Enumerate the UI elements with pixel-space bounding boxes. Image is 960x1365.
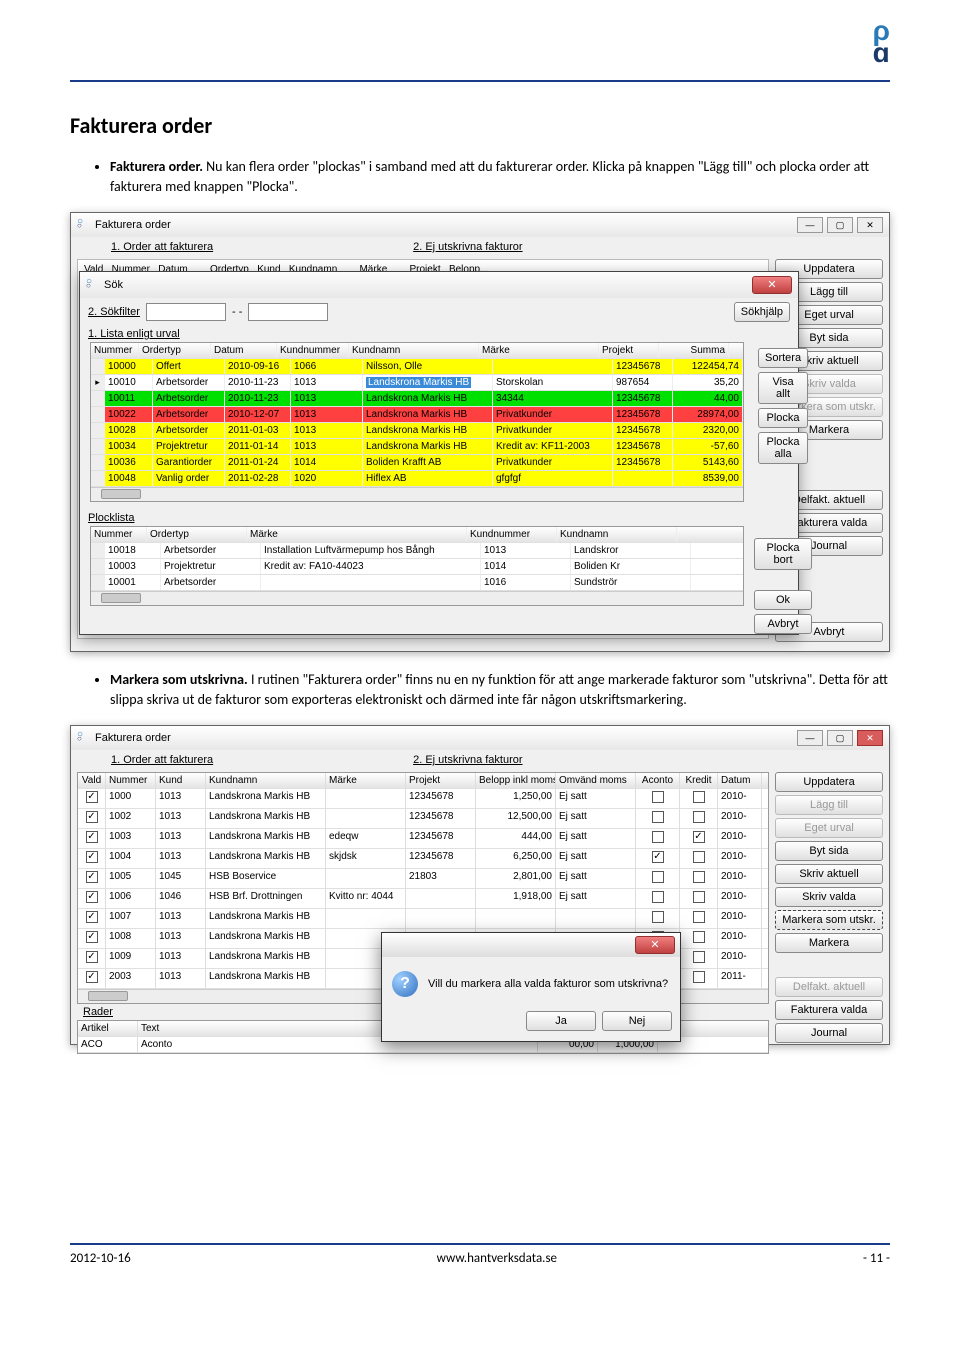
markera-button[interactable]: Markera bbox=[775, 933, 883, 953]
faktura-row[interactable]: ✓10041013Landskrona Markis HBskjdsk12345… bbox=[78, 849, 768, 869]
dialog-close-button[interactable]: ✕ bbox=[635, 936, 675, 954]
tab-ej-utskrivna[interactable]: 2. Ej utskrivna fakturor bbox=[413, 754, 522, 766]
ja-button[interactable]: Ja bbox=[526, 1011, 596, 1031]
visa-allt-button[interactable]: Visa allt bbox=[758, 372, 808, 404]
bullet1-bold: Fakturera order. bbox=[110, 158, 203, 175]
footer-page: - 11 - bbox=[863, 1251, 890, 1266]
tab-ej-utskrivna[interactable]: 2. Ej utskrivna fakturor bbox=[413, 241, 522, 253]
plock-grid-header: Nummer Ordertyp Märke Kundnummer Kundnam… bbox=[91, 527, 743, 543]
sok-row[interactable]: ▸10010Arbetsorder2010-11-231013Landskron… bbox=[91, 375, 743, 391]
sokfilter-label[interactable]: 2. Sökfilter bbox=[88, 306, 140, 318]
dialog-title bbox=[387, 939, 390, 951]
filter-sep: - - bbox=[232, 306, 242, 318]
window-title: Fakturera order bbox=[95, 219, 171, 231]
skriv-valda-button[interactable]: Skriv valda bbox=[775, 887, 883, 907]
app-icon bbox=[86, 278, 100, 292]
app-icon bbox=[77, 218, 91, 232]
question-icon: ? bbox=[392, 971, 418, 997]
sok-close-button[interactable]: ✕ bbox=[752, 276, 792, 294]
faktura-row[interactable]: ✓10031013Landskrona Markis HBedeqw123456… bbox=[78, 829, 768, 849]
page-footer: 2012-10-16 www.hantverksdata.se - 11 - bbox=[70, 1243, 890, 1266]
close-button[interactable]: ✕ bbox=[857, 217, 883, 233]
sok-dialog: Sök ✕ 2. Sökfilter - - Sökhjälp 1. Lista… bbox=[79, 271, 799, 635]
app-icon bbox=[77, 731, 91, 745]
l-gg-till-button: Lägg till bbox=[775, 795, 883, 815]
sok-row[interactable]: 10022Arbetsorder2010-12-071013Landskrona… bbox=[91, 407, 743, 423]
sok-row[interactable]: 10036Garantiorder2011-01-241014Boliden K… bbox=[91, 455, 743, 471]
window-titlebar: Fakturera order — ▢ ✕ bbox=[71, 213, 889, 237]
uppdatera-button[interactable]: Uppdatera bbox=[775, 772, 883, 792]
tab-order-att-fakturera[interactable]: 1. Order att fakturera bbox=[111, 241, 213, 253]
sok-row[interactable]: 10011Arbetsorder2010-11-231013Landskrona… bbox=[91, 391, 743, 407]
fakturera-order-window-1: Fakturera order — ▢ ✕ 1. Order att faktu… bbox=[70, 212, 890, 652]
faktura-row[interactable]: ✓10001013Landskrona Markis HB123456781,2… bbox=[78, 789, 768, 809]
footer-url: www.hantverksdata.se bbox=[437, 1251, 557, 1266]
header-divider bbox=[70, 80, 890, 82]
sok-row[interactable]: 10034Projektretur2011-01-141013Landskron… bbox=[91, 439, 743, 455]
bullet2-bold: Markera som utskrivna. bbox=[110, 671, 248, 688]
sok-row[interactable]: 10048Vanlig order2011-02-281020Hiflex AB… bbox=[91, 471, 743, 487]
confirm-dialog: ✕ ? Vill du markera alla valda fakturor … bbox=[381, 932, 681, 1042]
maximize-button[interactable]: ▢ bbox=[827, 730, 853, 746]
plock-row[interactable]: 10001Arbetsorder1016Sundströr bbox=[91, 575, 743, 591]
lista-enligt-urval-label[interactable]: 1. Lista enligt urval bbox=[84, 326, 750, 342]
faktura-row[interactable]: ✓10061046HSB Brf. DrottningenKvitto nr: … bbox=[78, 889, 768, 909]
bullet-fakturera-order: Fakturera order. Nu kan flera order "plo… bbox=[110, 157, 890, 196]
minimize-button[interactable]: — bbox=[797, 217, 823, 233]
markera-som-utskr--button[interactable]: Markera som utskr. bbox=[775, 910, 883, 930]
sok-title: Sök bbox=[104, 279, 123, 291]
skriv-aktuell-button[interactable]: Skriv aktuell bbox=[775, 864, 883, 884]
plock-row[interactable]: 10003ProjektreturKredit av: FA10-4402310… bbox=[91, 559, 743, 575]
journal-button[interactable]: Journal bbox=[775, 1023, 883, 1043]
plocka-bort-button[interactable]: Plocka bort bbox=[754, 538, 812, 570]
window-title: Fakturera order bbox=[95, 732, 171, 744]
plocka-button[interactable]: Plocka bbox=[758, 408, 808, 428]
tab-order-att-fakturera[interactable]: 1. Order att fakturera bbox=[111, 754, 213, 766]
delfakt-aktuell-button: Delfakt. aktuell bbox=[775, 977, 883, 997]
sok-row[interactable]: 10028Arbetsorder2011-01-031013Landskrona… bbox=[91, 423, 743, 439]
filter-input-2[interactable] bbox=[248, 303, 328, 321]
eget-urval-button: Eget urval bbox=[775, 818, 883, 838]
faktura-row[interactable]: ✓10021013Landskrona Markis HB1234567812,… bbox=[78, 809, 768, 829]
sok-grid-header: Nummer Ordertyp Datum Kundnummer Kundnam… bbox=[91, 343, 743, 359]
faktura-row[interactable]: ✓10051045HSB Boservice218032,801,00Ej sa… bbox=[78, 869, 768, 889]
byt-sida-button[interactable]: Byt sida bbox=[775, 841, 883, 861]
brand-logo: ρɑ bbox=[873, 20, 890, 65]
fakturera-order-window-2: Fakturera order — ▢ ✕ 1. Order att faktu… bbox=[70, 725, 890, 1045]
nej-button[interactable]: Nej bbox=[602, 1011, 672, 1031]
faktura-grid-header: Vald Nummer Kund Kundnamn Märke Projekt … bbox=[78, 773, 768, 789]
page-heading: Fakturera order bbox=[70, 112, 890, 139]
window-titlebar: Fakturera order — ▢ ✕ bbox=[71, 726, 889, 750]
ok-button[interactable]: Ok bbox=[754, 590, 812, 610]
bullet1-text: Nu kan flera order "plockas" i samband m… bbox=[110, 158, 869, 195]
close-button[interactable]: ✕ bbox=[857, 730, 883, 746]
dialog-message: Vill du markera alla valda fakturor som … bbox=[428, 978, 668, 990]
faktura-row[interactable]: ✓10071013Landskrona Markis HB2010- bbox=[78, 909, 768, 929]
avbryt-button[interactable]: Avbryt bbox=[754, 614, 812, 634]
sortera-button[interactable]: Sortera bbox=[758, 348, 808, 368]
fakturera-valda-button[interactable]: Fakturera valda bbox=[775, 1000, 883, 1020]
maximize-button[interactable]: ▢ bbox=[827, 217, 853, 233]
plocka-alla-button[interactable]: Plocka alla bbox=[758, 432, 808, 464]
minimize-button[interactable]: — bbox=[797, 730, 823, 746]
bullet-markera-som-utskrivna: Markera som utskrivna. I rutinen "Faktur… bbox=[110, 670, 890, 709]
sok-row[interactable]: 10000Offert2010-09-161066Nilsson, Olle12… bbox=[91, 359, 743, 375]
filter-input-1[interactable] bbox=[146, 303, 226, 321]
sokhjalp-button[interactable]: Sökhjälp bbox=[734, 302, 790, 322]
footer-date: 2012-10-16 bbox=[70, 1251, 131, 1266]
plock-row[interactable]: 10018ArbetsorderInstallation Luftvärmepu… bbox=[91, 543, 743, 559]
plocklista-label: Plocklista bbox=[84, 508, 750, 526]
